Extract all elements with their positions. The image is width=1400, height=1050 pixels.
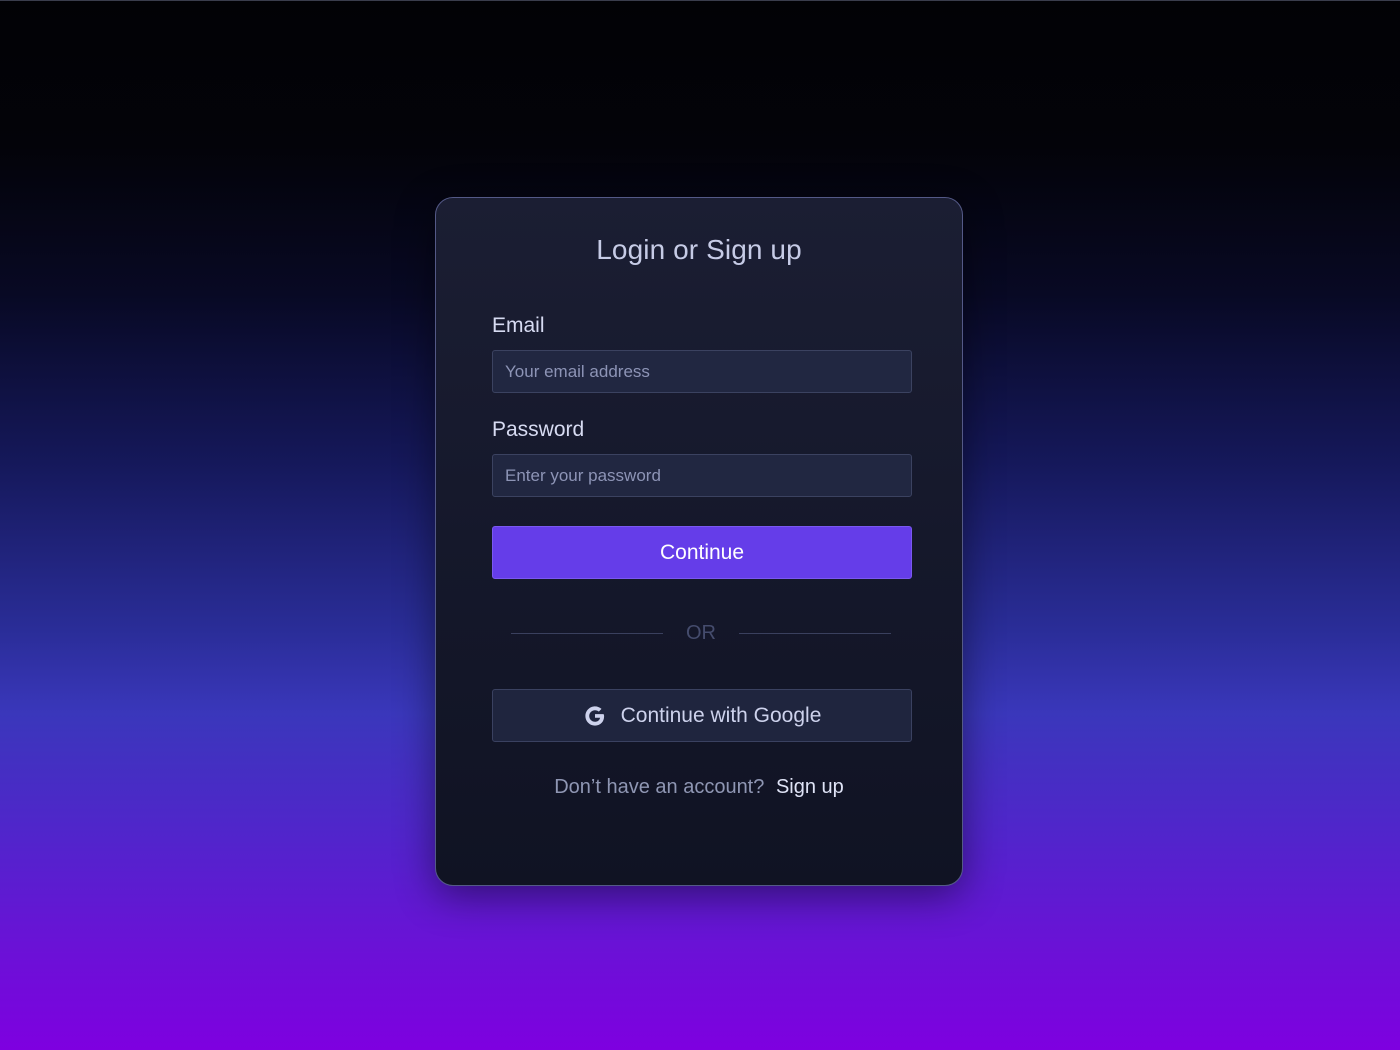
google-icon (583, 704, 607, 728)
login-card: Login or Sign up Email Password Continue… (435, 197, 963, 886)
top-edge-line (0, 0, 1400, 1)
email-input[interactable] (492, 350, 912, 393)
google-button-label: Continue with Google (620, 703, 822, 727)
divider-line-right (739, 633, 891, 634)
or-divider: OR (511, 622, 891, 646)
signup-link[interactable]: Sign up (776, 776, 844, 798)
password-input[interactable] (492, 454, 912, 497)
card-title: Login or Sign up (596, 234, 802, 265)
google-signin-button[interactable]: Continue with Google (492, 689, 912, 742)
signup-prompt: Don’t have an account? (554, 776, 765, 798)
email-label: Email (492, 314, 545, 337)
password-label: Password (492, 418, 585, 441)
signup-row: Don’t have an account? Sign up (436, 776, 962, 799)
continue-button[interactable]: Continue (492, 526, 912, 579)
